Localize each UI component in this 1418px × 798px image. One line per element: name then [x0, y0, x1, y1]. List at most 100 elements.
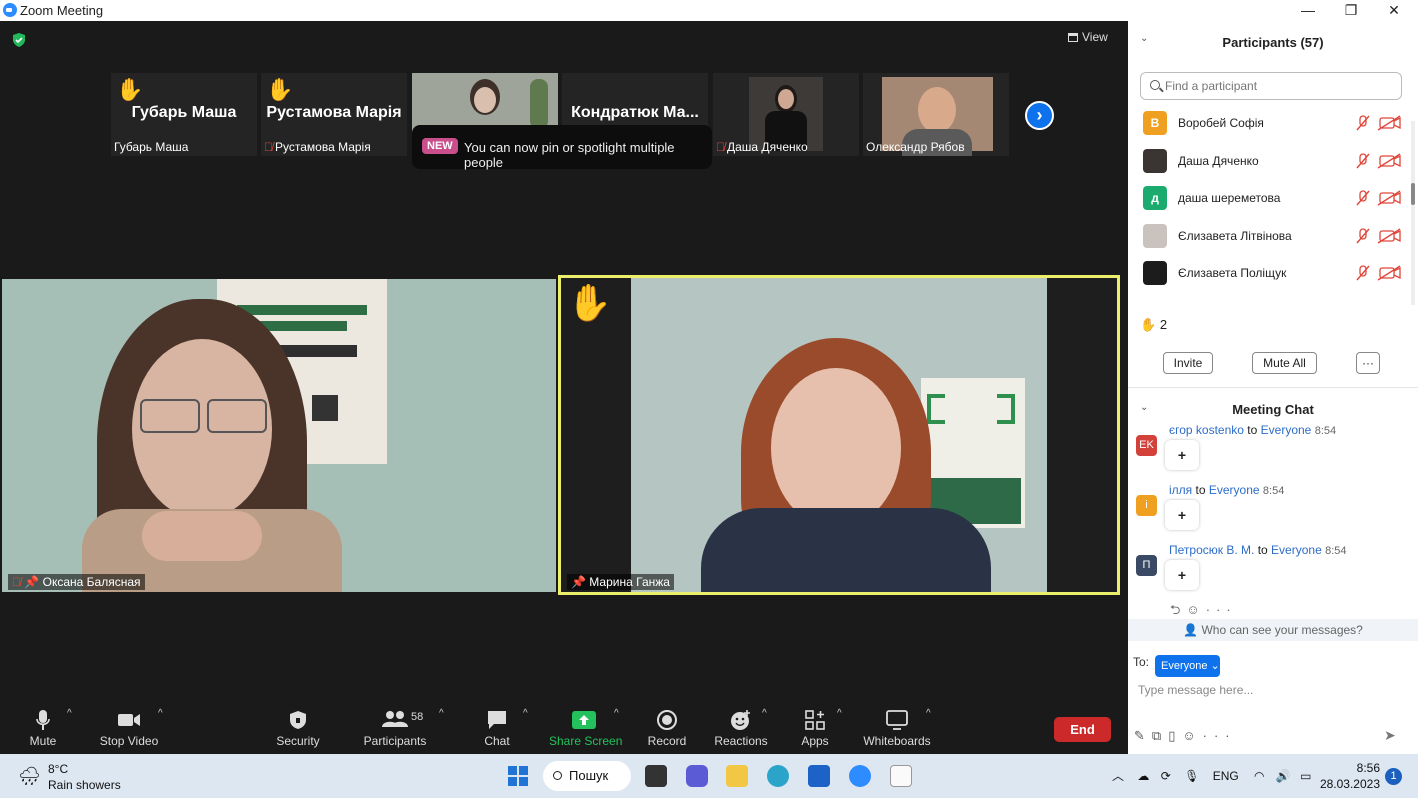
video-maryna[interactable]: ✋ 📌 Марина Ганжа	[558, 275, 1120, 595]
thumbnail-tile[interactable]: Олександр Рябов	[863, 73, 1009, 156]
edge-browser-icon[interactable]	[767, 765, 789, 787]
security-shield-icon	[274, 708, 322, 732]
chat-message[interactable]: П Петросюк В. М. to Everyone 8:54 +	[1128, 543, 1418, 603]
video-options-caret[interactable]: ^	[158, 708, 163, 719]
file-explorer-icon[interactable]	[726, 765, 748, 787]
notification-badge[interactable]: 1	[1385, 768, 1402, 785]
avatar: П	[1136, 555, 1157, 576]
apps-options-caret[interactable]: ^	[837, 708, 842, 719]
chevron-down-icon: ⌄	[1210, 660, 1220, 672]
chat-message[interactable]: i ілля to Everyone 8:54 +	[1128, 483, 1418, 543]
muted-mic-video-off-icon	[1356, 265, 1401, 281]
pin-icon: 📌	[571, 575, 586, 589]
close-window-button[interactable]: ✕	[1372, 0, 1416, 21]
pin-icon: 📌	[24, 575, 40, 589]
reactions-options-caret[interactable]: ^	[762, 708, 767, 719]
zoom-app-icon[interactable]	[849, 765, 871, 787]
chat-message-input[interactable]: Type message here...	[1138, 683, 1253, 697]
muted-mic-video-off-icon	[1356, 190, 1401, 206]
share-options-caret[interactable]: ^	[614, 708, 619, 719]
participants-button[interactable]: 58 Participants	[363, 708, 427, 748]
participant-search-input[interactable]: Find a participant	[1140, 72, 1402, 100]
reactions-button[interactable]: Reactions	[714, 708, 768, 748]
system-tray[interactable]: ︿ ☁ ⟳ 🎙 ENG ◠ 🔊 ▭	[1112, 767, 1312, 784]
minimize-button[interactable]: —	[1286, 0, 1330, 21]
muted-mic-video-off-icon	[1356, 115, 1401, 131]
avatar: д	[1143, 186, 1167, 210]
meeting-toolbar: Mute ^ Stop Video ^ Security 58 Particip…	[0, 702, 1128, 754]
share-screen-button[interactable]: Share Screen	[549, 708, 622, 748]
participant-row[interactable]: Єлизавета Літвінова	[1128, 217, 1418, 254]
participant-name: Воробей Софія	[1178, 116, 1264, 130]
thumbnail-tile[interactable]: ✋ Рустамова Марія 🎙̸ Рустамова Марія	[261, 73, 407, 156]
next-page-arrow-icon[interactable]: ›	[1025, 101, 1054, 130]
chat-tools[interactable]: ✎⧉▯☺···	[1134, 728, 1237, 744]
participants-title: Participants (57)	[1222, 35, 1324, 50]
send-icon[interactable]: ➤	[1384, 727, 1396, 744]
windows-start-icon[interactable]	[507, 765, 529, 787]
new-badge: NEW	[422, 138, 458, 154]
emoji-icon: ☺	[1186, 602, 1206, 617]
zoom-logo-icon	[3, 3, 17, 17]
avatar: В	[1143, 111, 1167, 135]
mute-options-caret[interactable]: ^	[67, 708, 72, 719]
avatar: EK	[1136, 435, 1157, 456]
store-icon[interactable]	[808, 765, 830, 787]
participants-options-caret[interactable]: ^	[439, 708, 444, 719]
chat-button[interactable]: Chat	[481, 708, 513, 748]
participant-row[interactable]: Єлизавета Поліщук	[1128, 254, 1418, 291]
end-meeting-button[interactable]: End	[1054, 717, 1111, 742]
who-can-see-link[interactable]: 👤 Who can see your messages?	[1128, 619, 1418, 641]
message-body: +	[1165, 500, 1199, 530]
raised-hands-count: ✋ 2	[1140, 317, 1168, 332]
chat-options-caret[interactable]: ^	[523, 708, 528, 719]
record-button[interactable]: Record	[646, 708, 688, 748]
mute-button[interactable]: Mute	[24, 708, 62, 748]
participant-row[interactable]: д даша шереметова	[1128, 179, 1418, 216]
chat-message[interactable]: EK єгор kostenko to Everyone 8:54 +	[1128, 423, 1418, 483]
encryption-shield-icon[interactable]	[12, 33, 26, 47]
avatar	[1143, 224, 1167, 248]
clock[interactable]: 8:56 28.03.2023	[1320, 761, 1380, 791]
whiteboards-options-caret[interactable]: ^	[926, 708, 931, 719]
view-button[interactable]: View	[1068, 30, 1108, 44]
video-name-label: 📌 Марина Ганжа	[567, 574, 674, 590]
raised-hand-icon: ✋	[116, 77, 144, 102]
spotlight-toast[interactable]: NEW You can now pin or spotlight multipl…	[412, 125, 712, 170]
raised-hand-icon: ✋	[266, 77, 294, 102]
participant-name: Даша Дяченко	[1178, 154, 1259, 168]
apps-icon	[799, 708, 831, 732]
muted-mic-icon: 🎙̸	[264, 140, 273, 154]
participant-video	[631, 278, 1047, 592]
maximize-button[interactable]: ❐	[1329, 0, 1373, 21]
video-oksana[interactable]: 🎙̸ 📌 Оксана Балясная	[2, 279, 556, 592]
participants-count: 58	[411, 711, 424, 723]
participant-row[interactable]: Даша Дяченко	[1128, 142, 1418, 179]
to-label: To:	[1133, 655, 1150, 669]
stop-video-button[interactable]: Stop Video	[97, 708, 161, 748]
thumbnail-tile[interactable]: 🎙̸ Даша Дяченко	[713, 73, 859, 156]
document-icon[interactable]	[890, 765, 912, 787]
participant-row[interactable]: В Воробей Софія	[1128, 104, 1418, 141]
meeting-stage: View ✋ Губарь Маша Губарь Маша ✋ Рустамо…	[0, 21, 1128, 702]
muted-mic-video-off-icon	[1356, 153, 1401, 169]
taskbar-search[interactable]: Пошук	[543, 761, 631, 791]
participant-name: Єлизавета Літвінова	[1178, 229, 1292, 243]
teams-chat-icon[interactable]	[686, 765, 708, 787]
invite-button[interactable]: Invite	[1163, 352, 1213, 374]
mute-all-button[interactable]: Mute All	[1252, 352, 1317, 374]
security-button[interactable]: Security	[274, 708, 322, 748]
participant-name: даша шереметова	[1178, 191, 1281, 205]
sync-icon: ⟳	[1160, 769, 1171, 783]
apps-button[interactable]: Apps	[799, 708, 831, 748]
wifi-icon: ◠	[1254, 769, 1265, 783]
task-view-icon[interactable]	[645, 765, 667, 787]
tile-big-name: Рустамова Марія	[266, 104, 402, 121]
recipient-select[interactable]: Everyone ⌄	[1155, 655, 1220, 677]
participants-scrollbar[interactable]	[1411, 121, 1415, 305]
microphone-icon: 🎙	[1184, 769, 1200, 783]
more-options-button[interactable]: ···	[1356, 352, 1380, 374]
thumbnail-tile[interactable]: ✋ Губарь Маша Губарь Маша	[111, 73, 257, 156]
whiteboards-button[interactable]: Whiteboards	[862, 708, 932, 748]
format-icon: ✎	[1134, 728, 1152, 743]
